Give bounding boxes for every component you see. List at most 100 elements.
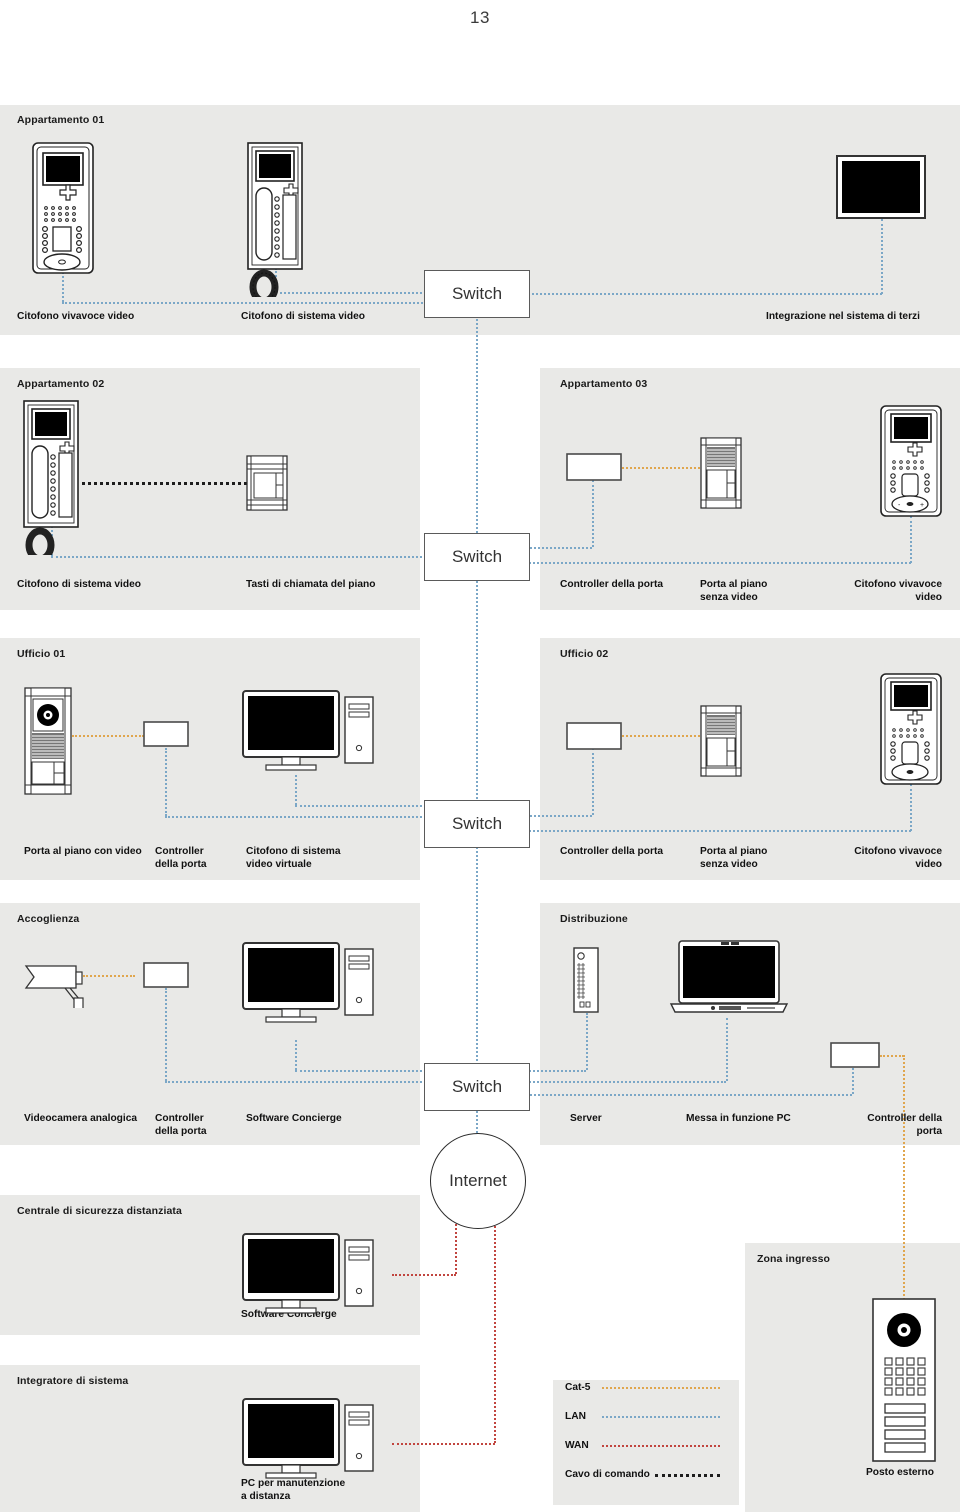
caption-uff02-intercom: Citofono vivavoce video [854, 846, 942, 870]
device-door-controller-accoglienza[interactable] [143, 962, 189, 988]
caption-apt01-handsfree: Citofono vivavoce video [17, 311, 135, 322]
caption-uff02-controller: Controller della porta [560, 846, 664, 857]
lan-trunk-switch2-switch3 [476, 578, 478, 802]
lan-link-apt03-bus-h [525, 562, 911, 564]
lan-link-accoglienza-controller-h [165, 1081, 430, 1083]
lan-link-accoglienza-pc-v [295, 1040, 297, 1070]
switch-node-4[interactable]: Switch [424, 1063, 530, 1111]
device-video-hands-free-intercom-apt03[interactable]: - + [880, 405, 942, 517]
device-floor-door-without-video-uff02[interactable] [700, 705, 742, 777]
switch-node-3[interactable]: Switch [424, 800, 530, 848]
zone-title-appartamento-02: Appartamento 02 [17, 378, 105, 390]
legend-label-control-cable: Cavo di comando [565, 1469, 650, 1480]
lan-trunk-switch1-switch2 [476, 315, 478, 533]
device-door-controller-distribuzione[interactable] [830, 1042, 880, 1068]
device-door-controller-uff02[interactable] [566, 722, 622, 750]
device-door-controller-uff01[interactable] [143, 721, 189, 747]
caption-apt03-controller: Controller della porta [560, 579, 664, 590]
device-commissioning-pc[interactable] [669, 940, 789, 1018]
caption-apt02-buttons: Tasti di chiamata del piano [246, 579, 376, 590]
device-outdoor-station[interactable] [872, 1298, 936, 1462]
lan-link-uff01-pc-h [295, 805, 430, 807]
caption-apt03-intercom: Citofono vivavoce video [854, 579, 942, 603]
device-video-hands-free-intercom-uff02[interactable] [880, 673, 942, 785]
legend-line-lan [602, 1416, 720, 1418]
device-video-hands-free-intercom-apt01[interactable] [32, 142, 94, 274]
device-server[interactable] [573, 947, 599, 1013]
caption-zona-ingresso-outdoor: Posto esterno [866, 1467, 934, 1478]
internet-node[interactable]: Internet [430, 1133, 526, 1229]
device-floor-call-buttons[interactable] [246, 455, 288, 511]
lan-link-laptop-h [522, 1081, 726, 1083]
zone-title-ufficio-01: Ufficio 01 [17, 648, 66, 660]
caption-distribuzione-server: Server [570, 1113, 602, 1124]
wan-link-integrator-v [494, 1215, 496, 1443]
zone-title-centrale-sicurezza: Centrale di sicurezza distanziata [17, 1205, 182, 1217]
device-floor-door-without-video-apt03[interactable] [700, 437, 742, 509]
device-concierge-software-accoglienza[interactable] [242, 942, 377, 1030]
zone-title-zona-ingresso: Zona ingresso [757, 1253, 831, 1265]
zone-title-ufficio-02: Ufficio 02 [560, 648, 609, 660]
lan-link-laptop-v [726, 1018, 728, 1081]
device-remote-maintenance-pc[interactable] [242, 1398, 377, 1486]
lan-link-accoglienza-controller-v [165, 988, 167, 1081]
cat5-link-apt03 [622, 467, 704, 469]
caption-uff02-door: Porta al piano senza video [700, 846, 768, 870]
lan-link-apt01-thirdparty-h [525, 293, 882, 295]
cat5-link-outdoor-v [903, 1055, 905, 1303]
legend-label-cat5: Cat-5 [565, 1382, 591, 1393]
lan-link-uff01-controller-h [165, 816, 430, 818]
lan-link-server-v [586, 1013, 588, 1070]
cat5-link-uff01 [72, 735, 144, 737]
device-virtual-video-intercom-uff01[interactable] [242, 690, 377, 778]
device-door-controller-apt03[interactable] [566, 453, 622, 481]
lan-link-accoglienza-pc-h [295, 1070, 430, 1072]
control-cable-apt02 [75, 482, 247, 485]
lan-link-uff01-pc-v [295, 775, 297, 805]
page-number: 13 [470, 8, 490, 27]
lan-link-server-h [522, 1070, 586, 1072]
lan-link-uff02-bus-h [525, 830, 911, 832]
cat5-link-outdoor-h [880, 1055, 904, 1057]
switch-node-2[interactable]: Switch [424, 533, 530, 581]
cat5-link-uff02 [622, 735, 704, 737]
caption-distribuzione-pc: Messa in funzione PC [686, 1113, 791, 1124]
lan-link-uff02-controller-h [525, 815, 592, 817]
zone-title-integratore-sistema: Integratore di sistema [17, 1375, 129, 1387]
device-third-party-integration-monitor[interactable] [836, 155, 926, 221]
legend-line-cat5 [602, 1387, 720, 1389]
caption-accoglienza-concierge: Software Concierge [246, 1113, 342, 1124]
caption-apt01-system: Citofono di sistema video [241, 311, 365, 322]
wan-link-security-h [392, 1274, 456, 1276]
lan-link-apt01-thirdparty-v [881, 219, 883, 294]
lan-link-apt02-h [51, 556, 430, 558]
switch-node-1[interactable]: Switch [424, 270, 530, 318]
lan-link-dist-controller-h [522, 1094, 852, 1096]
cat5-link-accoglienza [83, 975, 135, 977]
caption-apt01-thirdparty: Integrazione nel sistema di terzi [766, 311, 920, 322]
device-concierge-software-centrale[interactable] [242, 1233, 377, 1321]
lan-trunk-switch3-switch4 [476, 843, 478, 1065]
caption-uff01-controller: Controller della porta [155, 846, 207, 870]
caption-uff01-door: Porta al piano con video [24, 846, 142, 857]
legend-label-wan: WAN [565, 1440, 589, 1451]
device-video-system-intercom-apt02[interactable] [22, 400, 88, 555]
wan-link-integrator-h [392, 1443, 495, 1445]
caption-distribuzione-controller: Controller della porta [867, 1113, 942, 1137]
lan-link-apt03-controller-v [592, 480, 594, 547]
svg-text:+: + [920, 502, 924, 509]
caption-accoglienza-controller: Controller della porta [155, 1113, 207, 1137]
lan-link-uff02-controller-v [592, 748, 594, 815]
device-floor-door-with-video-uff01[interactable] [24, 687, 72, 795]
lan-link-dist-controller-v [852, 1068, 854, 1094]
legend-line-wan [602, 1445, 720, 1447]
caption-apt03-door: Porta al piano senza video [700, 579, 768, 603]
legend-label-lan: LAN [565, 1411, 586, 1422]
zone-title-appartamento-03: Appartamento 03 [560, 378, 648, 390]
zone-title-distribuzione: Distribuzione [560, 913, 628, 925]
device-analog-camera[interactable] [24, 960, 90, 1008]
zone-title-accoglienza: Accoglienza [17, 913, 80, 925]
lan-link-uff01-controller-v [165, 748, 167, 816]
device-video-system-intercom-apt01[interactable] [246, 142, 312, 297]
lan-link-apt01-handsfree-v [62, 272, 64, 302]
